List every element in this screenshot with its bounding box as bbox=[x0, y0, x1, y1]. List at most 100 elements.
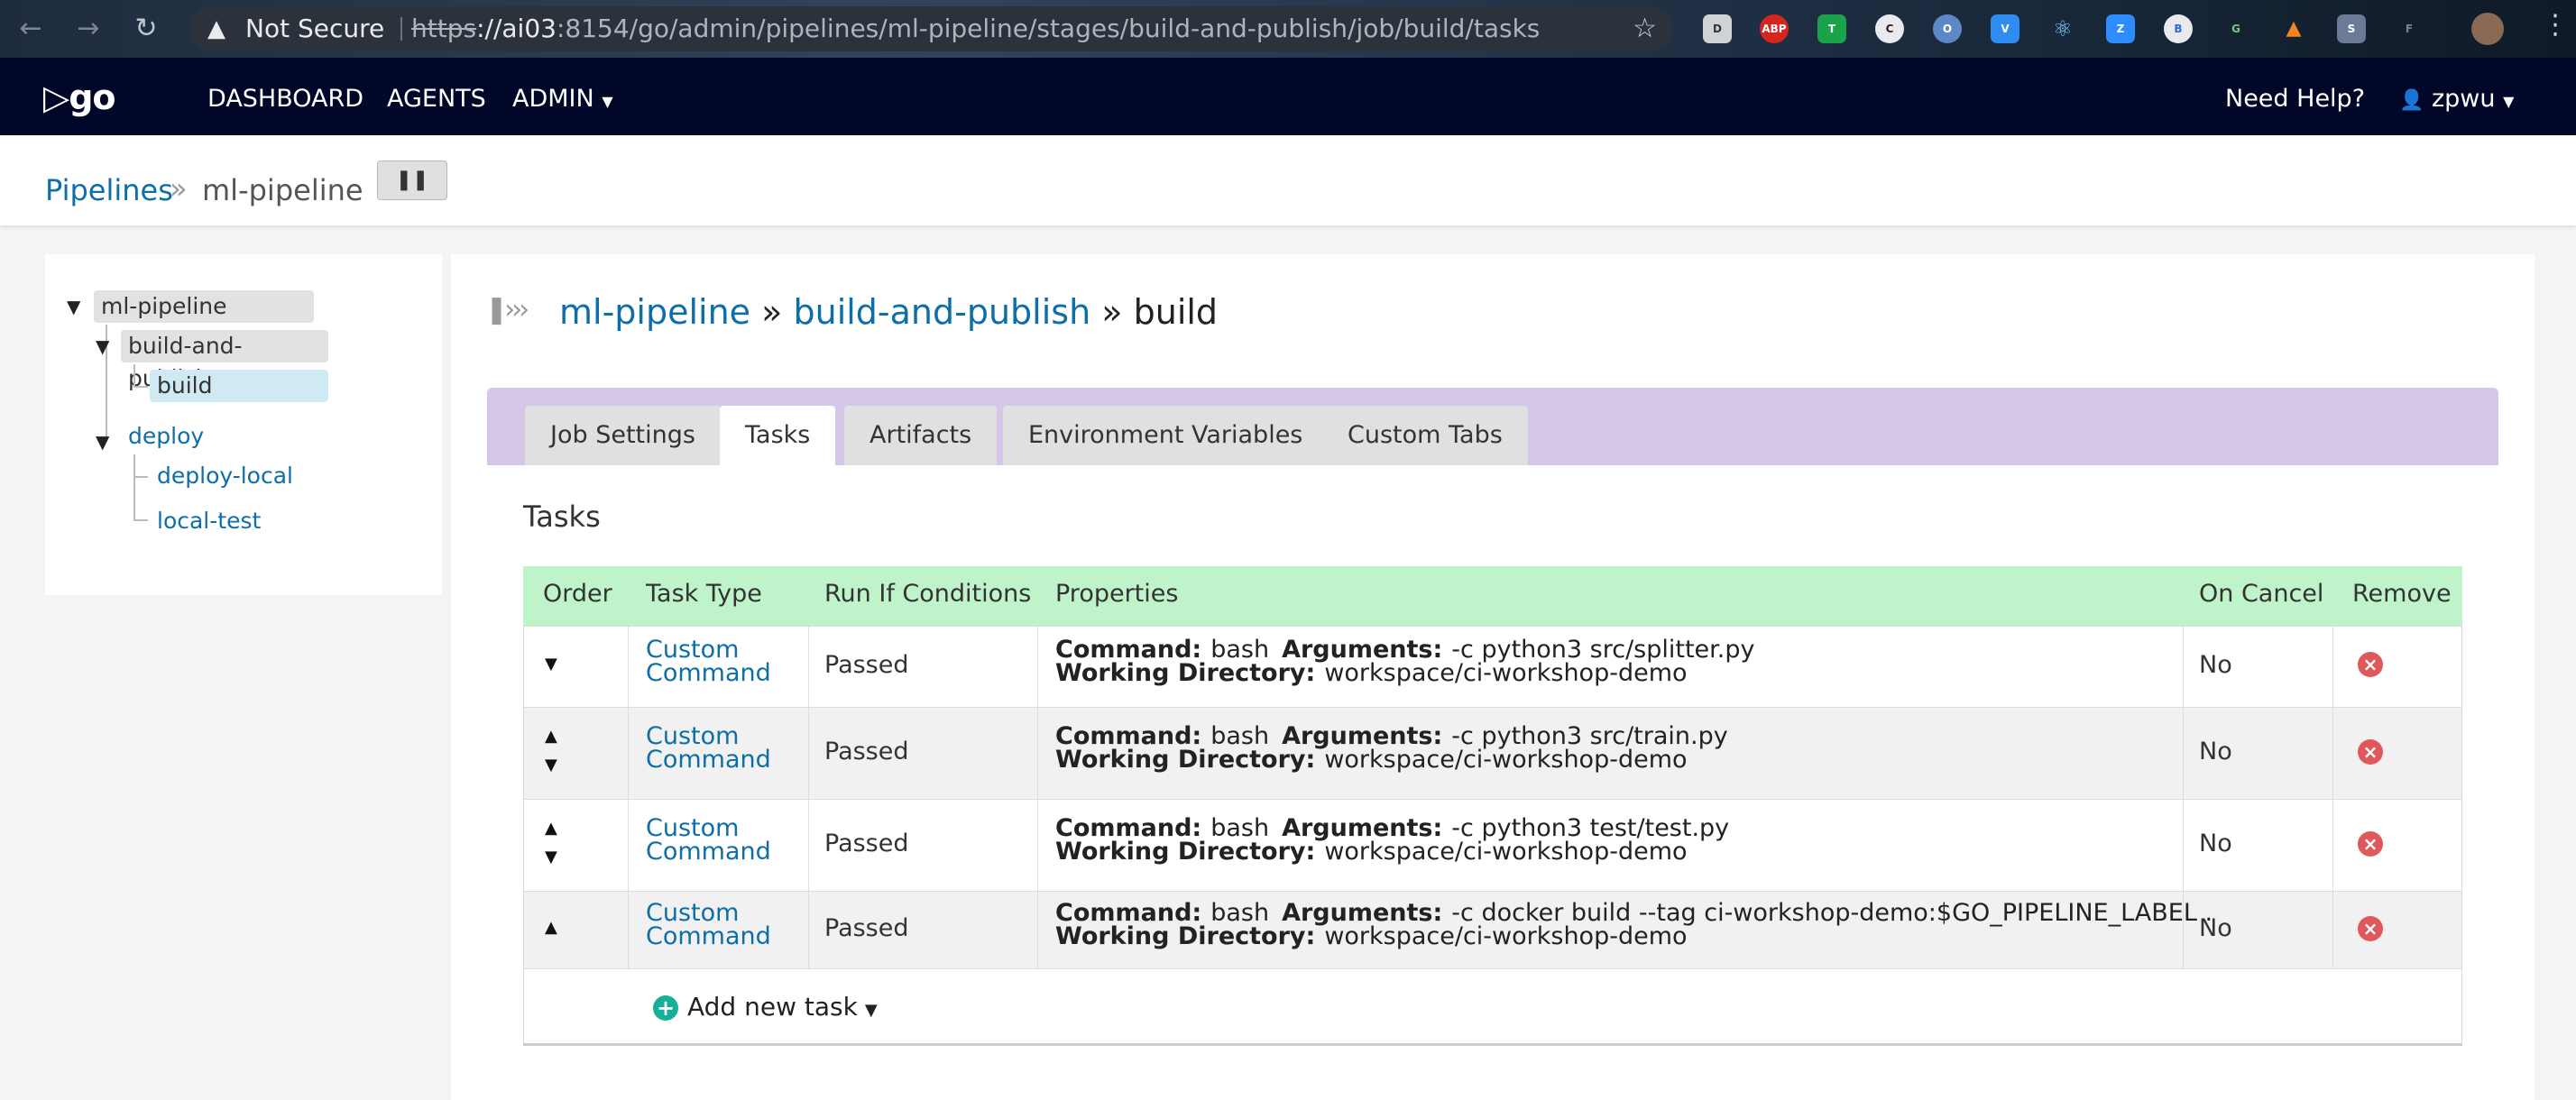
extension-icon[interactable]: O bbox=[1933, 14, 1962, 43]
move-up-icon[interactable]: ▲ bbox=[545, 727, 557, 746]
remove-task-icon[interactable]: × bbox=[2358, 652, 2383, 677]
user-menu[interactable]: 👤 zpwu ▼ bbox=[2399, 85, 2514, 113]
add-new-task-button[interactable]: + Add new task ▼ bbox=[653, 992, 878, 1022]
extension-icon[interactable]: S bbox=[2337, 14, 2366, 43]
on-cancel-value: No bbox=[2199, 738, 2232, 765]
tree-connector bbox=[133, 386, 148, 388]
chevron-down-icon: ▼ bbox=[602, 93, 613, 110]
title-stage-link[interactable]: build-and-publish bbox=[793, 292, 1090, 332]
go-logo[interactable]: ▷go bbox=[43, 78, 116, 117]
tree-node-stage[interactable]: deploy bbox=[121, 420, 211, 453]
caret-down-icon[interactable]: ▼ bbox=[67, 296, 80, 317]
omnibox-divider bbox=[400, 17, 402, 41]
column-divider bbox=[2332, 626, 2333, 968]
task-type-link[interactable]: Custom Command bbox=[646, 901, 771, 949]
task-properties: Command: bash Arguments: -c python3 src/spl… bbox=[1055, 636, 1755, 687]
extension-icon[interactable]: D bbox=[1703, 14, 1732, 43]
task-type-link[interactable]: Custom Command bbox=[646, 637, 771, 685]
task-properties: Command: bash Arguments: -c python3 src/tra… bbox=[1055, 722, 1728, 774]
extension-icon[interactable]: C bbox=[1875, 14, 1904, 43]
move-up-icon[interactable]: ▲ bbox=[545, 819, 557, 838]
task-properties: Command: bash Arguments: -c python3 test/te… bbox=[1055, 814, 1730, 866]
task-type-link[interactable]: Custom Command bbox=[646, 816, 771, 864]
header-order: Order bbox=[543, 580, 612, 608]
header-run-if: Run If Conditions bbox=[824, 580, 1032, 608]
profile-avatar[interactable] bbox=[2471, 13, 2504, 45]
tree-node-pipeline[interactable]: ml-pipeline bbox=[94, 290, 314, 323]
breadcrumb-current: ml-pipeline bbox=[202, 173, 363, 207]
tab-job-settings[interactable]: Job Settings bbox=[525, 406, 721, 465]
on-cancel-value: No bbox=[2199, 830, 2232, 857]
row-divider bbox=[524, 968, 2461, 969]
tab-custom-tabs[interactable]: Custom Tabs bbox=[1322, 406, 1528, 465]
nav-agents[interactable]: AGENTS bbox=[387, 85, 486, 113]
metamask-icon[interactable]: ▲ bbox=[2279, 14, 2308, 43]
caret-down-icon[interactable]: ▼ bbox=[96, 335, 109, 357]
tab-tasks[interactable]: Tasks bbox=[720, 406, 836, 465]
remove-task-icon[interactable]: × bbox=[2358, 916, 2383, 941]
header-remove: Remove bbox=[2352, 580, 2452, 608]
move-up-icon[interactable]: ▲ bbox=[545, 918, 557, 937]
plus-icon: + bbox=[653, 995, 678, 1021]
header-task-type: Task Type bbox=[646, 580, 762, 608]
nav-admin[interactable]: ADMIN ▼ bbox=[512, 85, 613, 113]
tree-node-job[interactable]: local-test bbox=[150, 505, 268, 537]
column-divider bbox=[1037, 626, 1038, 968]
pause-pipeline-button[interactable]: ❚❚ bbox=[377, 160, 447, 200]
title-job: build bbox=[1133, 292, 1219, 332]
column-divider bbox=[2183, 626, 2184, 968]
extension-icon[interactable]: V bbox=[1991, 14, 2019, 43]
job-icon: ❚››› bbox=[485, 294, 529, 325]
adblock-icon[interactable]: ABP bbox=[1760, 14, 1789, 43]
title-pipeline-link[interactable]: ml-pipeline bbox=[559, 292, 750, 332]
run-if-value: Passed bbox=[824, 651, 909, 679]
extension-icon[interactable]: B bbox=[2164, 14, 2193, 43]
run-if-value: Passed bbox=[824, 738, 909, 765]
need-help-link[interactable]: Need Help? bbox=[2225, 85, 2365, 113]
tab-artifacts[interactable]: Artifacts bbox=[844, 406, 998, 465]
header-properties: Properties bbox=[1055, 580, 1179, 608]
tree-connector bbox=[133, 519, 148, 521]
move-down-icon[interactable]: ▼ bbox=[545, 848, 557, 866]
tree-connector bbox=[133, 476, 148, 478]
remove-task-icon[interactable]: × bbox=[2358, 739, 2383, 765]
security-label: Not Secure bbox=[245, 14, 385, 43]
column-divider bbox=[628, 626, 629, 968]
tasks-heading: Tasks bbox=[523, 500, 601, 534]
move-down-icon[interactable]: ▼ bbox=[545, 655, 557, 674]
extension-icon[interactable]: F bbox=[2395, 14, 2424, 43]
column-divider bbox=[808, 626, 809, 968]
remove-task-icon[interactable]: × bbox=[2358, 831, 2383, 857]
menu-dots-icon[interactable]: ⋮ bbox=[2542, 9, 2569, 41]
run-if-value: Passed bbox=[824, 914, 909, 942]
page-title: ml-pipeline » build-and-publish » build bbox=[559, 292, 1219, 332]
react-icon[interactable]: ⚛ bbox=[2048, 14, 2077, 43]
back-icon[interactable]: ← bbox=[13, 11, 49, 47]
url-text: https://ai03:8154/go/admin/pipelines/ml-… bbox=[411, 14, 1541, 43]
address-bar[interactable]: ▲ Not Secure https://ai03:8154/go/admin/… bbox=[189, 6, 1673, 51]
task-properties: Command: bash Arguments: -c docker build --… bbox=[1055, 899, 2213, 950]
breadcrumb-separator: » bbox=[170, 171, 188, 206]
user-icon: 👤 bbox=[2399, 89, 2424, 112]
table-header bbox=[523, 566, 2462, 626]
tab-environment-variables[interactable]: Environment Variables bbox=[1003, 406, 1329, 465]
zoom-icon[interactable]: Z bbox=[2106, 14, 2135, 43]
forward-icon[interactable]: → bbox=[70, 11, 106, 47]
bookmark-star-icon[interactable]: ☆ bbox=[1633, 6, 1657, 51]
task-type-link[interactable]: Custom Command bbox=[646, 724, 771, 772]
tree-node-stage[interactable]: build-and-publish bbox=[121, 330, 328, 391]
extension-icon[interactable]: T bbox=[1817, 14, 1846, 43]
move-down-icon[interactable]: ▼ bbox=[545, 756, 557, 775]
breadcrumb-pipelines[interactable]: Pipelines bbox=[45, 173, 173, 207]
tree-node-job-selected[interactable]: build bbox=[150, 370, 328, 402]
chevron-down-icon: ▼ bbox=[2503, 93, 2515, 110]
pause-icon: ❚❚ bbox=[395, 169, 429, 191]
on-cancel-value: No bbox=[2199, 914, 2232, 942]
on-cancel-value: No bbox=[2199, 651, 2232, 679]
caret-down-icon[interactable]: ▼ bbox=[96, 431, 109, 453]
nav-dashboard[interactable]: DASHBOARD bbox=[207, 85, 363, 113]
run-if-value: Passed bbox=[824, 830, 909, 857]
reload-icon[interactable]: ↻ bbox=[128, 11, 164, 47]
extension-icon[interactable]: G bbox=[2222, 14, 2250, 43]
tree-node-job[interactable]: deploy-local bbox=[150, 460, 300, 492]
